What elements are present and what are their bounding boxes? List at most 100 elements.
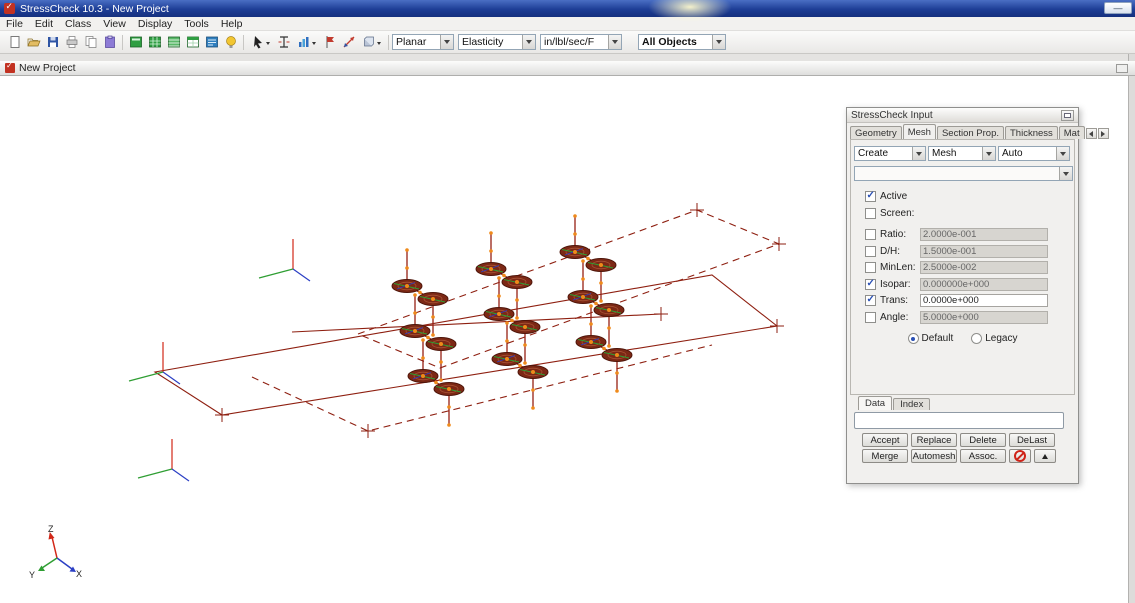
menu-class[interactable]: Class xyxy=(59,18,97,30)
accept-button[interactable]: Accept xyxy=(862,433,908,447)
open-file-icon[interactable] xyxy=(24,33,43,51)
legacy-radio[interactable] xyxy=(971,333,982,344)
dropdown-caret-icon xyxy=(266,42,270,47)
menu-display[interactable]: Display xyxy=(132,18,178,30)
z-axis-label: Z xyxy=(48,524,54,534)
dialog-menu-button[interactable] xyxy=(1061,110,1074,121)
save-file-icon[interactable] xyxy=(43,33,62,51)
delast-button[interactable]: DeLast xyxy=(1009,433,1055,447)
dh-checkbox[interactable] xyxy=(865,246,876,257)
dialog-titlebar[interactable]: StressCheck Input xyxy=(847,108,1078,123)
angle-label: Angle: xyxy=(880,312,920,323)
merge-button[interactable]: Merge xyxy=(862,449,908,463)
objects-filter-combobox[interactable]: All Objects xyxy=(638,34,726,50)
active-label: Active xyxy=(880,191,907,202)
screen-checkbox[interactable] xyxy=(865,208,876,219)
trans-label: Trans: xyxy=(880,295,920,306)
param-row-trans: Trans: xyxy=(865,293,1060,307)
objects-filter-value: All Objects xyxy=(639,36,712,48)
toolbar-separator xyxy=(122,35,123,50)
menu-help[interactable]: Help xyxy=(215,18,249,30)
tab-index[interactable]: Index xyxy=(893,398,930,410)
screen-label: Screen: xyxy=(880,208,914,219)
paste-icon[interactable] xyxy=(100,33,119,51)
tab-scroll-right-icon[interactable] xyxy=(1098,128,1109,139)
angle-checkbox[interactable] xyxy=(865,312,876,323)
units-combobox[interactable]: in/lbl/sec/F xyxy=(540,34,622,50)
document-titlebar[interactable]: New Project xyxy=(0,61,1135,76)
document-icon xyxy=(5,63,15,73)
reference-combobox[interactable]: Planar xyxy=(392,34,454,50)
menu-tools[interactable]: Tools xyxy=(178,18,215,30)
theory-combobox-value: Elasticity xyxy=(459,36,522,48)
help-lamp-icon[interactable] xyxy=(221,33,240,51)
theory-combobox[interactable]: Elasticity xyxy=(458,34,536,50)
mode-radio-row: Default Legacy xyxy=(851,332,1074,345)
window-frame-edge xyxy=(1128,54,1135,603)
automesh-button[interactable]: Automesh xyxy=(911,449,957,463)
tab-geometry[interactable]: Geometry xyxy=(850,126,902,139)
tab-mat[interactable]: Mat xyxy=(1059,126,1085,139)
tab-mesh[interactable]: Mesh xyxy=(903,124,936,139)
dropdown-arrow-icon xyxy=(608,35,621,49)
screen-row: Screen: xyxy=(865,207,914,220)
object-combobox-value: Mesh xyxy=(929,148,982,159)
selection-combobox[interactable] xyxy=(854,166,1073,181)
plot-tool-icon[interactable] xyxy=(293,33,320,51)
select-tool-icon[interactable] xyxy=(247,33,274,51)
window-titlebar: StressCheck 10.3 - New Project — xyxy=(0,0,1135,17)
minimize-button[interactable]: — xyxy=(1104,2,1132,14)
dialog-button-row-1: Accept Replace Delete DeLast xyxy=(862,433,1055,447)
assoc-button[interactable]: Assoc. xyxy=(960,449,1006,463)
trans-checkbox[interactable] xyxy=(865,295,876,306)
fastener-stack xyxy=(568,259,624,348)
replace-button[interactable]: Replace xyxy=(911,433,957,447)
menu-edit[interactable]: Edit xyxy=(29,18,59,30)
menu-file[interactable]: File xyxy=(0,18,29,30)
tab-thickness[interactable]: Thickness xyxy=(1005,126,1058,139)
param-row-dh: D/H: xyxy=(865,244,1060,258)
copy-icon[interactable] xyxy=(81,33,100,51)
toolbar-separator xyxy=(243,35,244,50)
new-document-icon[interactable] xyxy=(5,33,24,51)
stresscheck-input-dialog: StressCheck Input Geometry Mesh Section … xyxy=(846,107,1079,484)
trans-input[interactable] xyxy=(920,294,1048,307)
isopar-checkbox[interactable] xyxy=(865,279,876,290)
anchor-tool-icon[interactable] xyxy=(339,33,358,51)
reference-combobox-value: Planar xyxy=(393,36,440,48)
tab-scroll-left-icon[interactable] xyxy=(1086,128,1097,139)
document-window-control[interactable] xyxy=(1116,64,1128,73)
x-axis-label: X xyxy=(76,569,82,579)
stop-button[interactable] xyxy=(1009,449,1031,463)
grid-view-icon[interactable] xyxy=(164,33,183,51)
tab-section-prop[interactable]: Section Prop. xyxy=(937,126,1004,139)
mesh-window-icon[interactable] xyxy=(145,33,164,51)
table-view-icon[interactable] xyxy=(183,33,202,51)
default-radio[interactable] xyxy=(908,333,919,344)
scroll-up-button[interactable] xyxy=(1034,449,1056,463)
action-combobox[interactable]: Create xyxy=(854,146,926,161)
ratio-checkbox[interactable] xyxy=(865,229,876,240)
tab-data[interactable]: Data xyxy=(858,396,892,410)
delete-button[interactable]: Delete xyxy=(960,433,1006,447)
data-entry-input[interactable] xyxy=(854,412,1064,429)
origin-axis-triad: Z X Y xyxy=(29,524,82,580)
flag-tool-icon[interactable] xyxy=(320,33,339,51)
tab-scroll-bu xyxy=(1086,128,1109,139)
object-combobox[interactable]: Mesh xyxy=(928,146,996,161)
app-icon xyxy=(4,3,15,14)
active-checkbox[interactable] xyxy=(865,191,876,202)
info-panel-icon[interactable] xyxy=(202,33,221,51)
dh-input xyxy=(920,245,1048,258)
window-title: StressCheck 10.3 - New Project xyxy=(20,3,169,15)
lower-plate-outline xyxy=(155,275,777,415)
menu-view[interactable]: View xyxy=(97,18,132,30)
menu-bar: File Edit Class View Display Tools Help xyxy=(0,17,1135,31)
method-combobox[interactable]: Auto xyxy=(998,146,1070,161)
minlen-checkbox[interactable] xyxy=(865,262,876,273)
dimension-tool-icon[interactable] xyxy=(274,33,293,51)
objects-tool-icon[interactable] xyxy=(358,33,385,51)
print-icon[interactable] xyxy=(62,33,81,51)
model-window-icon[interactable] xyxy=(126,33,145,51)
document-title: New Project xyxy=(19,62,76,74)
